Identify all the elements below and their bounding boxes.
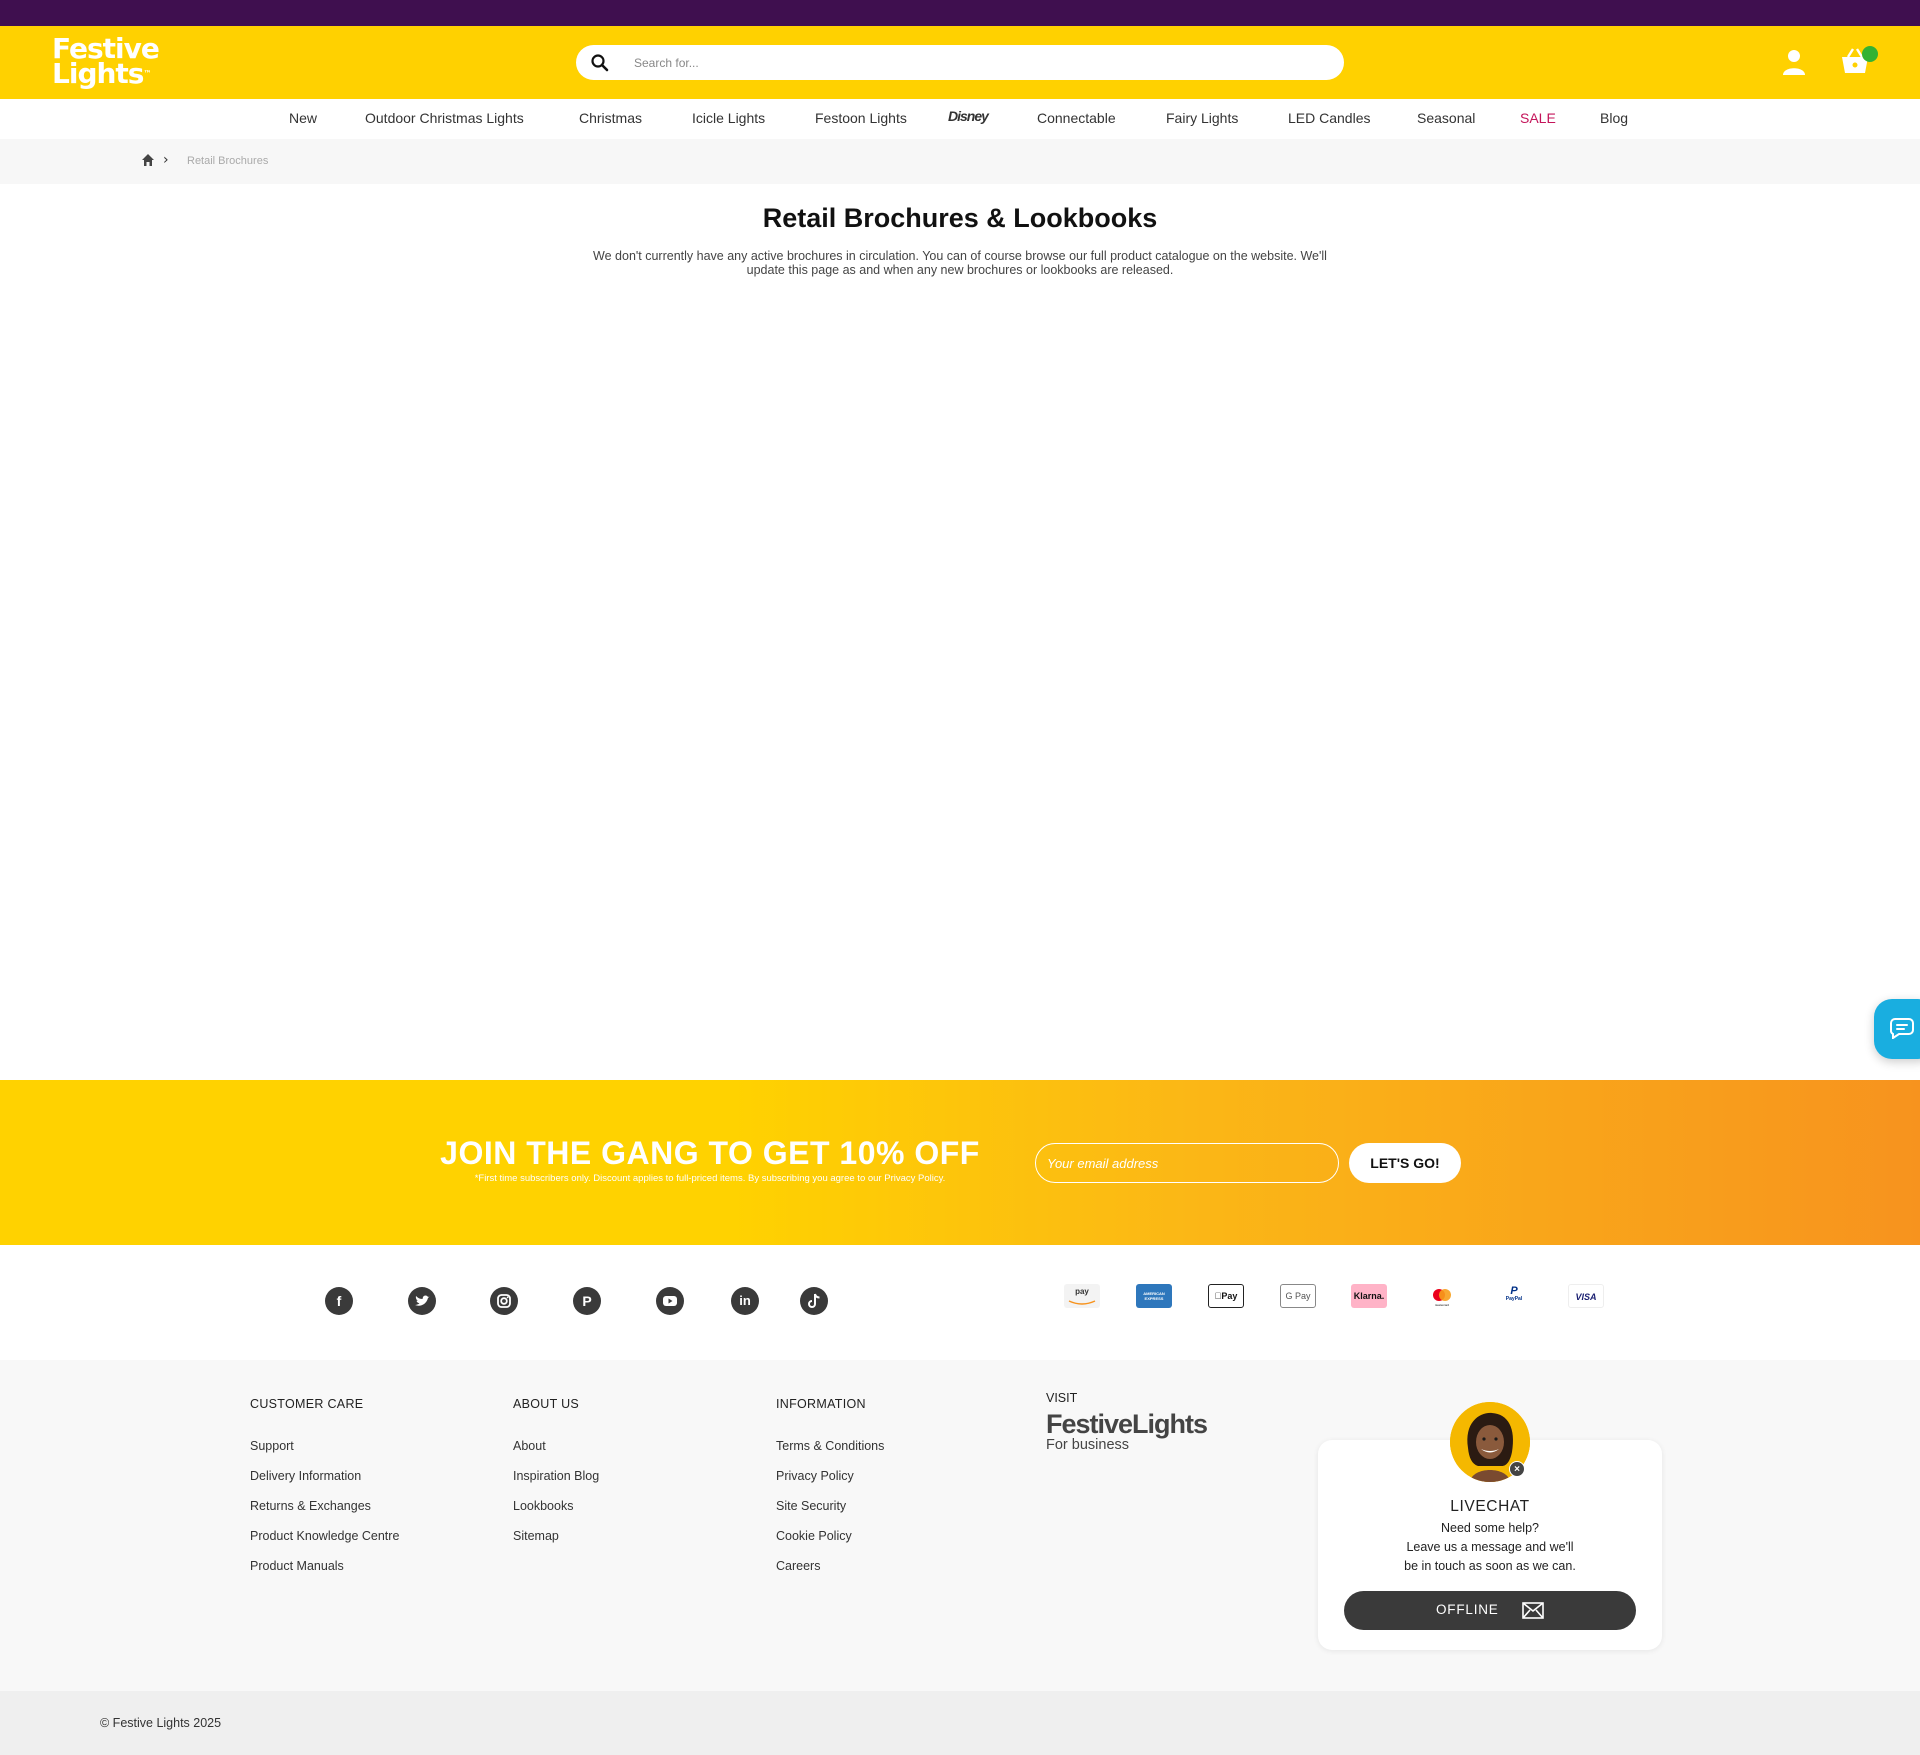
instagram-icon[interactable] bbox=[490, 1287, 518, 1315]
nav-item-disney[interactable]: Disney bbox=[948, 108, 989, 124]
footer-link-terms-conditions[interactable]: Terms & Conditions bbox=[776, 1439, 884, 1453]
apple-pay-icon: Pay bbox=[1208, 1284, 1244, 1308]
newsletter-disclaimer: *First time subscribers only. Discount a… bbox=[474, 1173, 946, 1184]
footer-link-site-security[interactable]: Site Security bbox=[776, 1499, 846, 1513]
livechat-close-icon[interactable]: × bbox=[1509, 1461, 1525, 1477]
social-and-payments: f P in pay AMERICAN EXPRESS Pay G Pay K… bbox=[0, 1245, 1920, 1360]
chat-launcher-button[interactable] bbox=[1874, 999, 1920, 1059]
amazon-pay-label: pay bbox=[1075, 1287, 1089, 1296]
footer-link-about[interactable]: About bbox=[513, 1439, 546, 1453]
livechat-message-line-1: Need some help? bbox=[1441, 1521, 1539, 1535]
klarna-icon: Klarna. bbox=[1351, 1284, 1387, 1308]
top-promo-strip bbox=[0, 0, 1920, 26]
business-logo-subtitle: For business bbox=[1046, 1437, 1130, 1453]
nav-item-outdoor-christmas-lights[interactable]: Outdoor Christmas Lights bbox=[365, 110, 524, 126]
footer-link-lookbooks[interactable]: Lookbooks bbox=[513, 1499, 573, 1513]
cart-button[interactable] bbox=[1840, 46, 1878, 76]
footer-link-inspiration-blog[interactable]: Inspiration Blog bbox=[513, 1469, 599, 1483]
footer-link-privacy-policy[interactable]: Privacy Policy bbox=[776, 1469, 854, 1483]
festive-lights-business-logo[interactable]: FestiveLights For business bbox=[1046, 1410, 1236, 1456]
livechat-message: Need some help? Leave us a message and w… bbox=[1378, 1519, 1602, 1576]
nav-item-fairy-lights[interactable]: Fairy Lights bbox=[1166, 110, 1238, 126]
footer-link-support[interactable]: Support bbox=[250, 1439, 294, 1453]
page-title: Retail Brochures & Lookbooks bbox=[762, 203, 1158, 233]
nav-item-new[interactable]: New bbox=[289, 110, 317, 126]
footer-link-product-knowledge-centre[interactable]: Product Knowledge Centre bbox=[250, 1529, 399, 1543]
paypal-label: PayPal bbox=[1505, 1296, 1523, 1302]
nav-item-seasonal[interactable]: Seasonal bbox=[1417, 110, 1475, 126]
livechat-message-line-2: Leave us a message and we'll bbox=[1406, 1540, 1574, 1554]
google-pay-icon: G Pay bbox=[1280, 1284, 1316, 1308]
twitter-icon[interactable] bbox=[408, 1287, 436, 1315]
nav-item-blog[interactable]: Blog bbox=[1600, 110, 1628, 126]
paypal-icon: P PayPal bbox=[1496, 1284, 1532, 1308]
newsletter-signup: JOIN THE GANG TO GET 10% OFF *First time… bbox=[0, 1080, 1920, 1245]
site-header: Festive Lights™ bbox=[0, 26, 1920, 99]
nav-item-sale[interactable]: SALE bbox=[1520, 110, 1556, 126]
main-navigation: New Outdoor Christmas Lights Christmas I… bbox=[0, 99, 1920, 139]
footer-heading-information: INFORMATION bbox=[776, 1397, 866, 1411]
business-logo-title: FestiveLights bbox=[1046, 1409, 1208, 1439]
copyright-text: © Festive Lights 2025 bbox=[100, 1716, 222, 1730]
footer-link-sitemap[interactable]: Sitemap bbox=[513, 1529, 559, 1543]
livechat-offline-label: OFFLINE bbox=[1436, 1602, 1499, 1617]
festive-lights-logo[interactable]: Festive Lights™ bbox=[52, 35, 162, 90]
home-icon[interactable] bbox=[141, 153, 155, 167]
linkedin-icon[interactable]: in bbox=[731, 1287, 759, 1315]
mastercard-label: mastercard bbox=[1435, 1303, 1449, 1307]
mastercard-icon: mastercard bbox=[1424, 1284, 1460, 1308]
page-description: We don't currently have any active broch… bbox=[593, 249, 1327, 277]
nav-item-festoon-lights[interactable]: Festoon Lights bbox=[815, 110, 907, 126]
site-footer: CUSTOMER CARE Support Delivery Informati… bbox=[0, 1360, 1920, 1691]
footer-link-returns-exchanges[interactable]: Returns & Exchanges bbox=[250, 1499, 371, 1513]
breadcrumb: › Retail Brochures bbox=[0, 139, 1920, 184]
livechat-title: LIVECHAT bbox=[1450, 1498, 1530, 1515]
newsletter-heading: JOIN THE GANG TO GET 10% OFF bbox=[440, 1135, 980, 1171]
tiktok-icon[interactable] bbox=[800, 1287, 828, 1315]
livechat-message-line-3: be in touch as soon as we can. bbox=[1404, 1559, 1576, 1573]
footer-heading-about-us: ABOUT US bbox=[513, 1397, 580, 1411]
newsletter-email-input[interactable] bbox=[1035, 1143, 1339, 1183]
copyright-bar: © Festive Lights 2025 bbox=[0, 1691, 1920, 1755]
search-input[interactable] bbox=[634, 51, 1324, 74]
amex-icon: AMERICAN EXPRESS bbox=[1136, 1284, 1172, 1308]
search-icon[interactable] bbox=[590, 53, 610, 73]
footer-link-product-manuals[interactable]: Product Manuals bbox=[250, 1559, 344, 1573]
nav-item-led-candles[interactable]: LED Candles bbox=[1288, 110, 1371, 126]
account-icon[interactable] bbox=[1782, 48, 1806, 76]
visit-label: VISIT bbox=[1046, 1391, 1078, 1405]
youtube-icon[interactable] bbox=[656, 1287, 684, 1315]
nav-item-connectable[interactable]: Connectable bbox=[1037, 110, 1116, 126]
search-bar bbox=[576, 45, 1344, 80]
chevron-right-icon: › bbox=[163, 152, 169, 168]
newsletter-submit-button[interactable]: LET'S GO! bbox=[1349, 1143, 1461, 1183]
envelope-icon bbox=[1522, 1602, 1544, 1619]
amazon-pay-icon: pay bbox=[1064, 1284, 1100, 1308]
breadcrumb-current: Retail Brochures bbox=[187, 155, 269, 167]
footer-link-careers[interactable]: Careers bbox=[776, 1559, 820, 1573]
logo-line-2: Lights bbox=[52, 57, 144, 90]
footer-heading-customer-care: CUSTOMER CARE bbox=[250, 1397, 364, 1411]
facebook-icon[interactable]: f bbox=[325, 1287, 353, 1315]
nav-item-icicle-lights[interactable]: Icicle Lights bbox=[692, 110, 765, 126]
nav-item-christmas[interactable]: Christmas bbox=[579, 110, 642, 126]
footer-link-delivery-information[interactable]: Delivery Information bbox=[250, 1469, 361, 1483]
chat-icon bbox=[1890, 1018, 1914, 1039]
footer-link-cookie-policy[interactable]: Cookie Policy bbox=[776, 1529, 852, 1543]
livechat-offline-button[interactable]: OFFLINE bbox=[1344, 1591, 1636, 1630]
pinterest-icon[interactable]: P bbox=[573, 1287, 601, 1315]
visa-icon: VISA bbox=[1568, 1284, 1604, 1308]
cart-count-badge bbox=[1862, 46, 1878, 62]
